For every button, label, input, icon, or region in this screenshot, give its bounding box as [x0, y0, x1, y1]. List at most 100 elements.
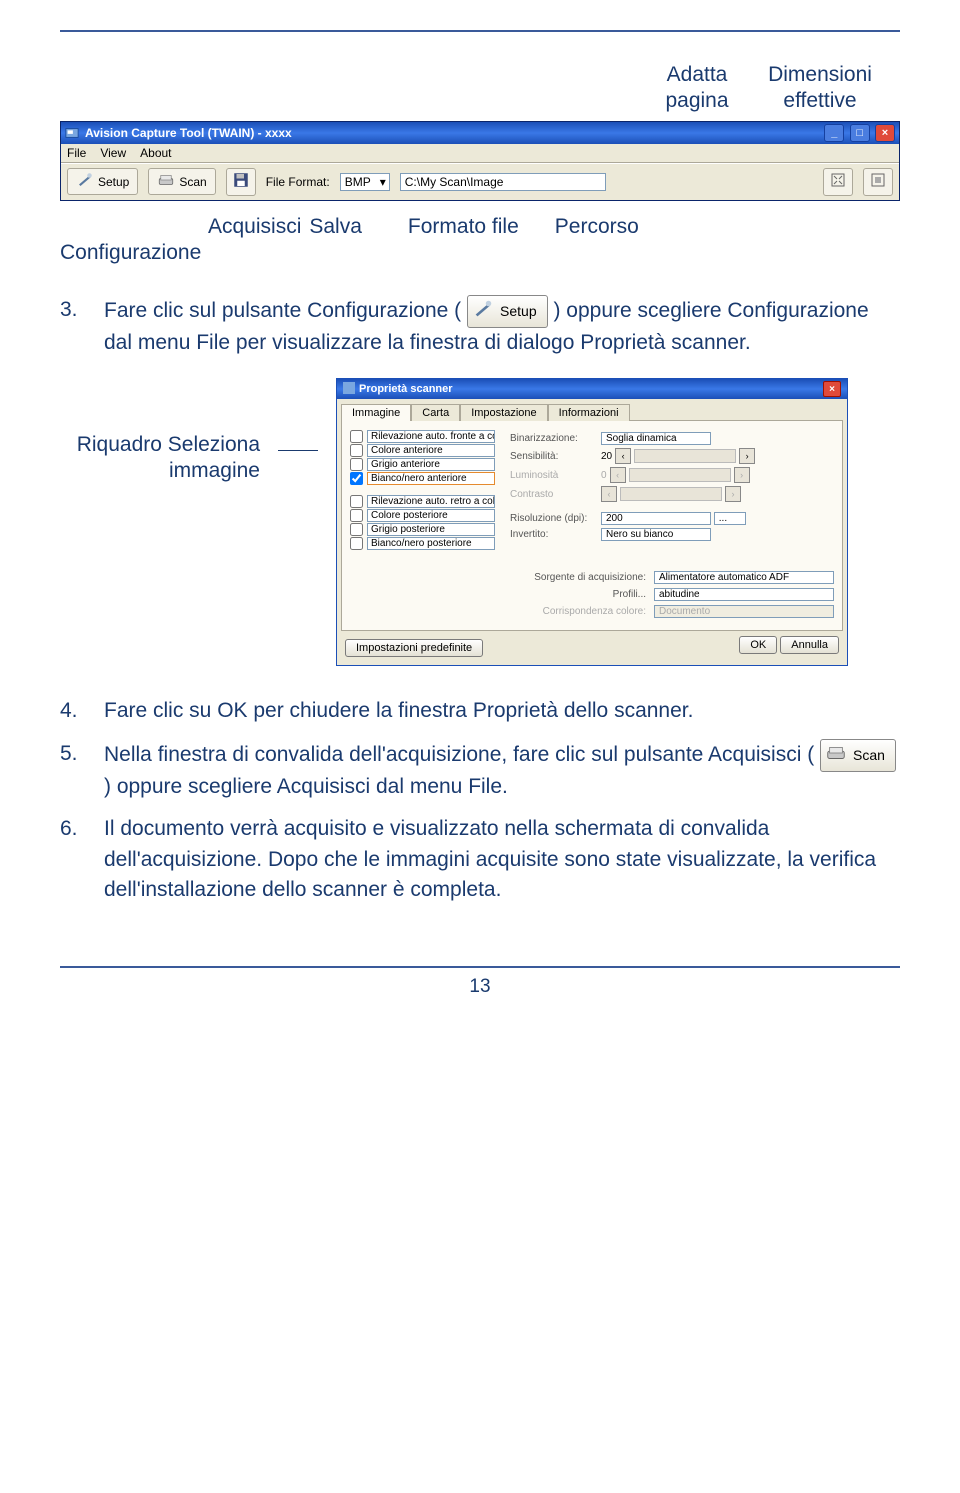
slider-left: ‹ — [601, 486, 617, 502]
list-item-4: 4. Fare clic su OK per chiudere la fines… — [60, 696, 900, 726]
risoluzione-select[interactable]: 200 — [601, 512, 711, 525]
image-option-checkbox[interactable] — [350, 495, 363, 508]
minimize-button[interactable]: _ — [824, 124, 844, 142]
slider-left: ‹ — [610, 467, 626, 483]
scan-label: Scan — [179, 175, 206, 189]
save-button[interactable] — [226, 168, 256, 196]
para6: Il documento verrà acquisito e visualizz… — [104, 814, 900, 905]
binarizzazione-select[interactable]: Soglia dinamica — [601, 432, 711, 445]
image-selection-box: Rilevazione auto. fronte a colColore ant… — [350, 429, 500, 551]
list-item-5: 5. Nella finestra di convalida dell'acqu… — [60, 739, 900, 803]
dialog-icon — [343, 382, 355, 397]
dialog-title: Proprietà scanner — [359, 383, 453, 395]
annot-configurazione: Configurazione — [60, 241, 639, 265]
inline-setup-label: Setup — [500, 301, 537, 321]
maximize-button[interactable]: □ — [850, 124, 870, 142]
label-adatta: Adatta pagina — [652, 62, 742, 115]
fit-page-icon — [830, 172, 846, 191]
image-option[interactable]: Colore posteriore — [350, 509, 500, 522]
sensibilita-value: 20 — [601, 451, 612, 462]
menu-about[interactable]: About — [140, 146, 171, 160]
risoluzione-more[interactable]: ... — [714, 512, 746, 525]
close-button[interactable]: × — [875, 124, 895, 142]
menu-view[interactable]: View — [100, 146, 126, 160]
inline-scan-label: Scan — [853, 745, 885, 765]
dialog-buttons: Impostazioni predefinite OK Annulla — [337, 637, 847, 665]
tab-informazioni[interactable]: Informazioni — [548, 404, 630, 421]
num-3: 3. — [60, 295, 88, 359]
image-option-checkbox[interactable] — [350, 509, 363, 522]
luminosita-label: Luminosità — [510, 470, 595, 481]
slider-track[interactable] — [634, 449, 736, 463]
slider-right[interactable]: › — [739, 448, 755, 464]
setup-label: Setup — [98, 175, 129, 189]
image-option-checkbox[interactable] — [350, 444, 363, 457]
para3-a: Fare clic sul pulsante Configurazione ( — [104, 299, 461, 322]
file-format-label: File Format: — [266, 175, 330, 189]
fit-labels: Adatta pagina Dimensioni effettive — [60, 62, 900, 115]
scanner-icon — [825, 742, 847, 769]
image-option-label: Bianco/nero posteriore — [367, 537, 495, 550]
sorgente-select[interactable]: Alimentatore automatico ADF — [654, 571, 834, 584]
image-option-label: Grigio anteriore — [367, 458, 495, 471]
image-option-label: Rilevazione auto. fronte a col — [367, 430, 495, 443]
image-option-checkbox[interactable] — [350, 472, 363, 485]
inline-scan-button[interactable]: Scan — [820, 739, 896, 772]
image-option[interactable]: Rilevazione auto. fronte a col — [350, 430, 500, 443]
format-value: BMP — [345, 175, 371, 189]
image-option-checkbox[interactable] — [350, 430, 363, 443]
invertito-select[interactable]: Nero su bianco — [601, 528, 711, 541]
tab-carta[interactable]: Carta — [411, 404, 460, 421]
default-button[interactable]: Impostazioni predefinite — [345, 639, 483, 657]
ok-button[interactable]: OK — [739, 636, 777, 654]
image-option-checkbox[interactable] — [350, 523, 363, 536]
slider-right: › — [734, 467, 750, 483]
image-option-checkbox[interactable] — [350, 537, 363, 550]
slider-left[interactable]: ‹ — [615, 448, 631, 464]
image-option[interactable]: Colore anteriore — [350, 444, 500, 457]
risoluzione-label: Risoluzione (dpi): — [510, 513, 595, 524]
slider-track — [629, 468, 731, 482]
image-option[interactable]: Grigio anteriore — [350, 458, 500, 471]
annulla-button[interactable]: Annulla — [780, 636, 839, 654]
tab-immagine[interactable]: Immagine — [341, 404, 411, 421]
menu-file[interactable]: File — [67, 146, 86, 160]
image-option[interactable]: Rilevazione auto. retro a colo — [350, 495, 500, 508]
num-5: 5. — [60, 739, 88, 803]
format-select[interactable]: BMP ▾ — [340, 173, 390, 191]
top-rule — [60, 30, 900, 32]
image-option[interactable]: Bianco/nero posteriore — [350, 537, 500, 550]
image-option-label: Rilevazione auto. retro a colo — [367, 495, 495, 508]
toolbar: Setup Scan File Format: BMP ▾ C:\My Scan… — [61, 163, 899, 200]
profili-select[interactable]: abitudine — [654, 588, 834, 601]
corr-label: Corrispondenza colore: — [516, 606, 646, 617]
annot-acquisisci: Acquisisci — [208, 215, 301, 239]
dialog-titlebar: Proprietà scanner × — [337, 379, 847, 399]
para4: Fare clic su OK per chiudere la finestra… — [104, 696, 693, 726]
callout-line — [278, 450, 318, 451]
path-input[interactable]: C:\My Scan\Image — [400, 173, 607, 191]
floppy-icon — [232, 171, 250, 192]
tab-impostazione[interactable]: Impostazione — [460, 404, 547, 421]
image-option-checkbox[interactable] — [350, 458, 363, 471]
dialog-tabs: Immagine Carta Impostazione Informazioni — [337, 399, 847, 420]
slider-right: › — [725, 486, 741, 502]
corr-select: Documento — [654, 605, 834, 618]
image-option[interactable]: Bianco/nero anteriore — [350, 472, 500, 485]
image-option-label: Bianco/nero anteriore — [367, 472, 495, 485]
image-option[interactable]: Grigio posteriore — [350, 523, 500, 536]
actual-size-button[interactable] — [863, 168, 893, 196]
setup-button[interactable]: Setup — [67, 168, 138, 195]
image-option-label: Colore anteriore — [367, 444, 495, 457]
binarizzazione-label: Binarizzazione: — [510, 433, 595, 444]
dialog-close-button[interactable]: × — [823, 381, 841, 397]
inline-setup-button[interactable]: Setup — [467, 295, 548, 328]
image-option-label: Colore posteriore — [367, 509, 495, 522]
tab-body: Rilevazione auto. fronte a colColore ant… — [341, 420, 843, 631]
sensibilita-label: Sensibilità: — [510, 451, 595, 462]
fit-page-button[interactable] — [823, 168, 853, 196]
menu-bar: File View About — [61, 144, 899, 163]
scan-button[interactable]: Scan — [148, 168, 215, 195]
window-title: Avision Capture Tool (TWAIN) - xxxx — [85, 126, 292, 140]
sorgente-label: Sorgente di acquisizione: — [516, 572, 646, 583]
